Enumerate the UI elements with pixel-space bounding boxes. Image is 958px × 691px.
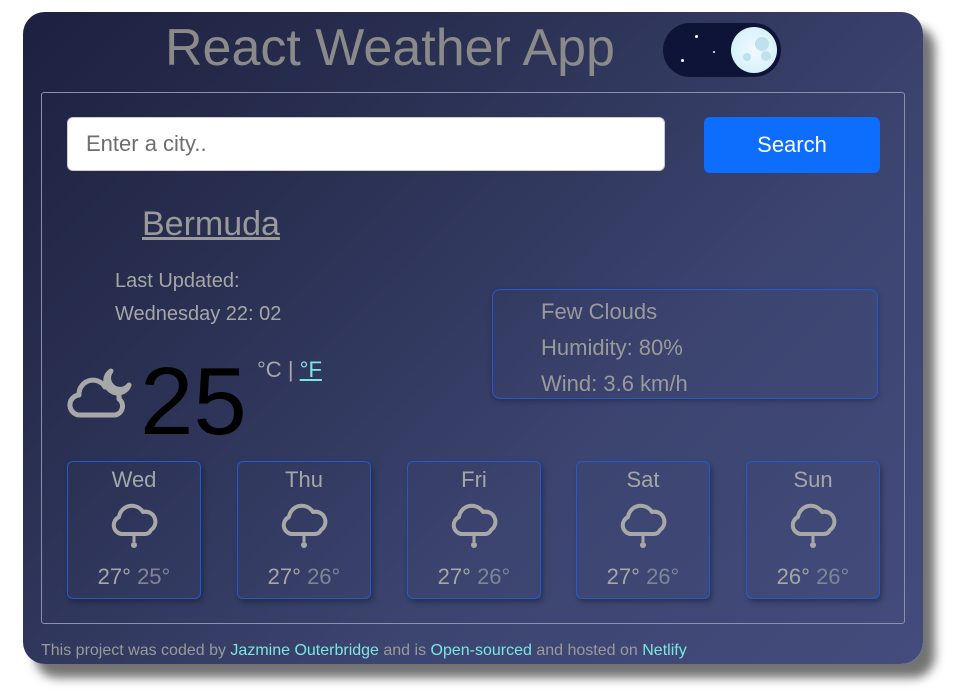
forecast-min: 25° bbox=[137, 564, 171, 589]
forecast-temps: 27° 26° bbox=[577, 564, 709, 590]
last-updated-value: Wednesday 22: 02 bbox=[115, 303, 282, 325]
forecast-temps: 27° 25° bbox=[68, 564, 200, 590]
rain-cloud-icon bbox=[790, 503, 837, 548]
footer: This project was coded by Jazmine Outerb… bbox=[41, 642, 687, 660]
star-icon bbox=[681, 59, 684, 62]
forecast-temps: 27° 26° bbox=[238, 564, 370, 590]
forecast-day-name: Sun bbox=[793, 467, 833, 492]
forecast-day-name: Thu bbox=[285, 467, 323, 492]
celsius-unit: °C bbox=[257, 357, 282, 382]
header: React Weather App bbox=[23, 12, 923, 90]
rain-cloud-icon bbox=[281, 503, 328, 548]
humidity: Humidity: 80% bbox=[541, 335, 683, 360]
city-name[interactable]: Bermuda bbox=[142, 205, 280, 244]
forecast-max: 27° bbox=[437, 564, 471, 589]
last-updated: Last Updated: Wednesday 22: 02 bbox=[115, 265, 281, 331]
host-link[interactable]: Netlify bbox=[642, 642, 686, 659]
footer-text: This project was coded by bbox=[41, 642, 231, 659]
source-link[interactable]: Open-sourced bbox=[431, 642, 532, 659]
forecast-temps: 27° 26° bbox=[408, 564, 540, 590]
forecast-day-card: Sat 27° 26° bbox=[576, 461, 710, 599]
star-icon bbox=[695, 35, 698, 38]
forecast: Wed 27° 25° Thu 27° 26° Fri 27° 26° Sat 27° 26°… bbox=[67, 461, 880, 601]
fahrenheit-link[interactable]: °F bbox=[300, 357, 322, 382]
forecast-min: 26° bbox=[307, 564, 341, 589]
search-button[interactable]: Search bbox=[704, 117, 880, 173]
weather-details: Few Clouds Humidity: 80% Wind: 3.6 km/h bbox=[492, 289, 878, 399]
forecast-day-name: Wed bbox=[111, 467, 157, 492]
weather-description: Few Clouds bbox=[541, 299, 658, 324]
forecast-min: 26° bbox=[816, 564, 850, 589]
footer-text: and is bbox=[378, 642, 431, 659]
city-search-input[interactable] bbox=[67, 117, 665, 171]
star-icon bbox=[713, 51, 715, 53]
wind: Wind: 3.6 km/h bbox=[541, 371, 688, 396]
app-container: React Weather App Search Bermuda Last Up… bbox=[23, 12, 923, 664]
unit-separator: | bbox=[287, 357, 294, 382]
forecast-max: 27° bbox=[606, 564, 640, 589]
cloudy-night-icon bbox=[67, 368, 132, 418]
forecast-max: 26° bbox=[776, 564, 810, 589]
rain-cloud-icon bbox=[451, 503, 498, 548]
rain-cloud-icon bbox=[620, 503, 667, 548]
forecast-min: 26° bbox=[646, 564, 680, 589]
forecast-day-card: Sun 26° 26° bbox=[746, 461, 880, 599]
app-title: React Weather App bbox=[165, 19, 615, 77]
forecast-day-name: Fri bbox=[461, 467, 487, 492]
unit-switch: °C | °F bbox=[257, 357, 322, 383]
current-temperature: 25 bbox=[140, 348, 247, 455]
forecast-day-card: Wed 27° 25° bbox=[67, 461, 201, 599]
forecast-temps: 26° 26° bbox=[747, 564, 879, 590]
theme-toggle[interactable] bbox=[663, 23, 781, 77]
forecast-min: 26° bbox=[477, 564, 511, 589]
forecast-max: 27° bbox=[97, 564, 131, 589]
forecast-day-name: Sat bbox=[626, 467, 660, 492]
rain-cloud-icon bbox=[111, 503, 158, 548]
forecast-day-card: Thu 27° 26° bbox=[237, 461, 371, 599]
author-link[interactable]: Jazmine Outerbridge bbox=[230, 642, 379, 659]
forecast-day-card: Fri 27° 26° bbox=[407, 461, 541, 599]
moon-icon bbox=[731, 27, 777, 73]
last-updated-label: Last Updated: bbox=[115, 270, 240, 292]
weather-panel: Search Bermuda Last Updated: Wednesday 2… bbox=[41, 92, 905, 624]
forecast-max: 27° bbox=[267, 564, 301, 589]
footer-text: and hosted on bbox=[531, 642, 643, 659]
